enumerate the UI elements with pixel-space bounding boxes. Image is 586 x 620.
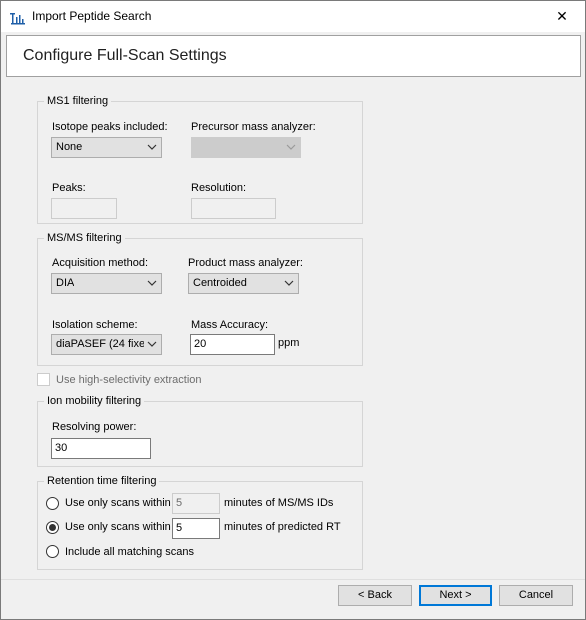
high-selectivity-checkbox[interactable] xyxy=(37,373,50,386)
peaks-label: Peaks: xyxy=(52,182,86,194)
msms-filtering-group: MS/MS filtering Acquisition method: DIA … xyxy=(37,232,363,366)
mass-accuracy-label: Mass Accuracy: xyxy=(191,319,269,331)
rt-option-predicted-radio[interactable] xyxy=(46,521,59,534)
acquisition-method-label: Acquisition method: xyxy=(52,257,148,269)
ms1-filtering-group: MS1 filtering Isotope peaks included: No… xyxy=(37,95,363,224)
acquisition-method-select[interactable]: DIA xyxy=(51,273,162,294)
ion-mobility-filtering-legend: Ion mobility filtering xyxy=(44,395,145,408)
resolution-field[interactable] xyxy=(191,198,276,219)
mass-accuracy-field[interactable]: 20 xyxy=(190,334,275,355)
resolving-power-label: Resolving power: xyxy=(52,421,137,433)
cancel-button[interactable]: Cancel xyxy=(499,585,573,606)
rt-ms2-ids-minutes-field[interactable]: 5 xyxy=(172,493,220,514)
mass-accuracy-value: 20 xyxy=(194,338,207,350)
acquisition-method-value: DIA xyxy=(56,277,75,289)
rt-option-all-scans-label: Include all matching scans xyxy=(65,546,195,558)
window-title: Import Peptide Search xyxy=(32,9,152,23)
ion-mobility-filtering-group: Ion mobility filtering Resolving power: … xyxy=(37,395,363,467)
chevron-down-icon xyxy=(284,280,294,286)
precursor-mass-analyzer-label: Precursor mass analyzer: xyxy=(191,121,316,133)
rt-option-ms2-ids-label: Use only scans within xyxy=(65,497,171,509)
import-peptide-search-window: Import Peptide Search ✕ Configure Full-S… xyxy=(0,0,586,620)
isotope-peaks-value: None xyxy=(56,141,83,153)
page-title: Configure Full-Scan Settings xyxy=(23,47,227,64)
isotope-peaks-label: Isotope peaks included: xyxy=(52,121,168,133)
precursor-mass-analyzer-select[interactable] xyxy=(191,137,301,158)
next-button[interactable]: Next > xyxy=(419,585,492,606)
close-icon: ✕ xyxy=(556,8,568,24)
product-mass-analyzer-value: Centroided xyxy=(193,277,247,289)
rt-option-predicted-suffix: minutes of predicted RT xyxy=(224,521,341,533)
page-header: Configure Full-Scan Settings xyxy=(6,35,581,77)
isotope-peaks-select[interactable]: None xyxy=(51,137,162,158)
peptide-chart-icon xyxy=(10,13,25,25)
chevron-down-icon xyxy=(147,144,157,150)
rt-option-predicted-label: Use only scans within xyxy=(65,521,171,533)
isolation-scheme-value: diaPASEF (24 fixed xyxy=(56,338,144,350)
peaks-field[interactable] xyxy=(51,198,117,219)
ms1-filtering-legend: MS1 filtering xyxy=(44,95,112,108)
rt-ms2-ids-minutes-value: 5 xyxy=(176,497,183,509)
retention-time-filtering-legend: Retention time filtering xyxy=(44,475,160,488)
chevron-down-icon xyxy=(147,280,157,286)
isolation-scheme-select[interactable]: diaPASEF (24 fixed xyxy=(51,334,162,355)
product-mass-analyzer-select[interactable]: Centroided xyxy=(188,273,299,294)
chevron-down-icon xyxy=(147,341,157,347)
chevron-down-icon xyxy=(286,144,296,150)
rt-option-ms2-ids-radio[interactable] xyxy=(46,497,59,510)
back-button[interactable]: < Back xyxy=(338,585,412,606)
title-bar: Import Peptide Search ✕ xyxy=(1,1,585,32)
high-selectivity-label: Use high-selectivity extraction xyxy=(56,374,202,386)
product-mass-analyzer-label: Product mass analyzer: xyxy=(188,257,303,269)
resolving-power-value: 30 xyxy=(55,442,68,454)
rt-option-ms2-ids-suffix: minutes of MS/MS IDs xyxy=(224,497,334,509)
footer-divider xyxy=(1,579,585,580)
close-button[interactable]: ✕ xyxy=(539,1,585,32)
rt-predicted-minutes-field[interactable]: 5 xyxy=(172,518,220,539)
isolation-scheme-label: Isolation scheme: xyxy=(52,319,138,331)
resolution-label: Resolution: xyxy=(191,182,247,194)
rt-option-all-scans-radio[interactable] xyxy=(46,545,59,558)
mass-accuracy-unit: ppm xyxy=(278,337,300,349)
msms-filtering-legend: MS/MS filtering xyxy=(44,232,125,245)
resolving-power-field[interactable]: 30 xyxy=(51,438,151,459)
retention-time-filtering-group: Retention time filtering Use only scans … xyxy=(37,475,363,570)
rt-predicted-minutes-value: 5 xyxy=(176,522,183,534)
